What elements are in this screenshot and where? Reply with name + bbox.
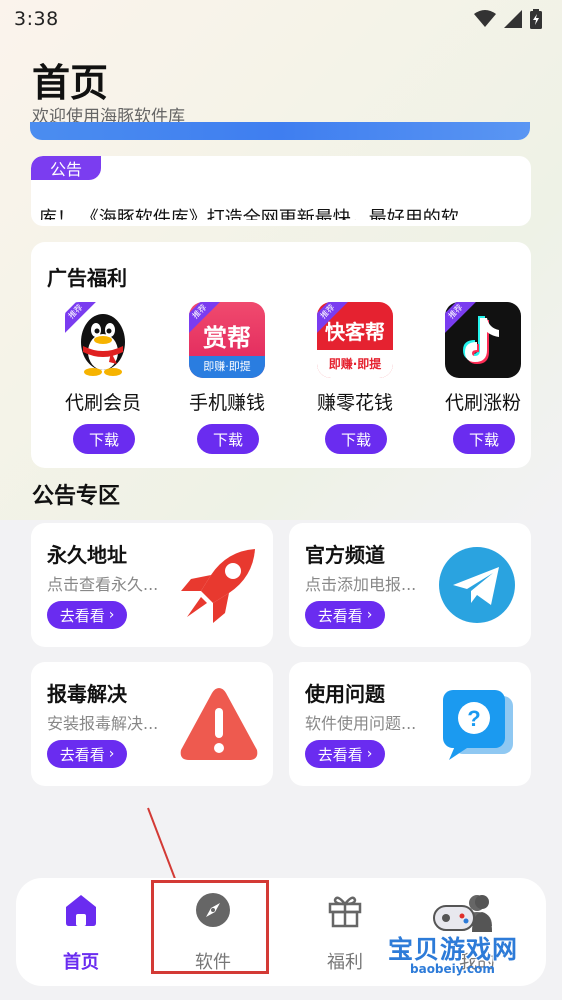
ad-name: 手机赚钱 [188, 392, 265, 414]
rocket-icon [181, 549, 255, 623]
ad-item[interactable]: 快客帮 即赚·即提 推荐 赚零花钱 下载 [285, 302, 413, 462]
ad-item[interactable]: 推荐 代刷会员 下载 [33, 302, 161, 462]
signal-icon [504, 10, 522, 28]
watermark-text: 宝贝游戏网 [388, 935, 519, 964]
download-button[interactable]: 下载 [325, 424, 387, 454]
ad-name: 代刷涨粉 [444, 392, 521, 414]
chevron-right-icon: › [366, 607, 373, 623]
section-title: 公告专区 [32, 484, 121, 509]
notice-text: 库！ 《海豚软件库》打造全网更新最快，最好用的软 [39, 208, 459, 220]
feature-card-virus-fix[interactable]: 报毒解决 安装报毒解决... 去看看 › [31, 662, 273, 786]
chevron-right-icon: › [108, 607, 115, 623]
feature-desc: 软件使用问题... [305, 714, 417, 733]
wifi-icon [474, 10, 496, 27]
status-time: 3:38 [14, 8, 59, 30]
nav-item-home[interactable]: 首页 [16, 878, 146, 986]
feature-desc: 安装报毒解决... [47, 714, 159, 733]
go-see-button[interactable]: 去看看 › [47, 740, 127, 768]
banner-carousel[interactable] [30, 122, 530, 140]
gift-icon [328, 896, 362, 928]
download-button[interactable]: 下载 [453, 424, 515, 454]
home-icon [66, 895, 96, 926]
battery-icon [530, 9, 542, 29]
notice-card[interactable]: 公告 库！ 《海豚软件库》打造全网更新最快，最好用的软 [31, 156, 531, 226]
feature-title: 永久地址 [47, 543, 127, 567]
download-button[interactable]: 下载 [197, 424, 259, 454]
ad-name: 代刷会员 [64, 392, 141, 414]
notice-badge: 公告 [31, 156, 101, 180]
feature-desc: 点击添加电报... [305, 575, 417, 594]
feature-desc: 点击查看永久... [47, 575, 159, 594]
watermark-url: baobeiy.com [410, 962, 495, 976]
ad-item[interactable]: 推荐 代刷涨粉 下载 [413, 302, 541, 462]
warning-icon [180, 688, 258, 760]
go-see-button[interactable]: 去看看 › [305, 601, 385, 629]
page-title: 首页 [32, 61, 109, 105]
notice-marquee: 库！ 《海豚软件库》打造全网更新最快，最好用的软 [31, 180, 531, 220]
ads-title: 广告福利 [47, 266, 127, 290]
go-see-button[interactable]: 去看看 › [305, 740, 385, 768]
chevron-right-icon: › [108, 746, 115, 762]
telegram-icon [439, 547, 515, 623]
feature-title: 报毒解决 [47, 682, 127, 706]
feature-card-official-channel[interactable]: 官方频道 点击添加电报... 去看看 › [289, 523, 531, 647]
feature-card-permanent-address[interactable]: 永久地址 点击查看永久... 去看看 › [31, 523, 273, 647]
annotation-highlight-box [151, 880, 269, 974]
ad-name: 赚零花钱 [316, 392, 393, 414]
feature-title: 使用问题 [305, 682, 385, 706]
tiktok-icon[interactable]: 推荐 [445, 302, 521, 378]
download-button[interactable]: 下载 [73, 424, 135, 454]
go-see-button[interactable]: 去看看 › [47, 601, 127, 629]
kuaikebang-icon[interactable]: 快客帮 即赚·即提 推荐 [317, 302, 393, 378]
ad-item[interactable]: 赏帮 即赚·即提 推荐 手机赚钱 下载 [157, 302, 285, 462]
svg-text:?: ? [467, 706, 480, 731]
feature-card-usage-help[interactable]: 使用问题 软件使用问题... 去看看 › ? [289, 662, 531, 786]
status-icons [474, 9, 542, 29]
question-chat-icon: ? [443, 690, 513, 760]
status-bar: 3:38 [0, 0, 562, 38]
money-app-icon[interactable]: 赏帮 即赚·即提 推荐 [189, 302, 265, 378]
chevron-right-icon: › [366, 746, 373, 762]
ads-card: 广告福利 推荐 代刷会员 下载 赏帮 即赚·即提 推荐 手机赚钱 下载 快客帮 … [31, 242, 531, 468]
feature-title: 官方频道 [305, 543, 385, 567]
qq-penguin-icon[interactable]: 推荐 [65, 302, 141, 378]
nav-label: 首页 [63, 952, 99, 973]
